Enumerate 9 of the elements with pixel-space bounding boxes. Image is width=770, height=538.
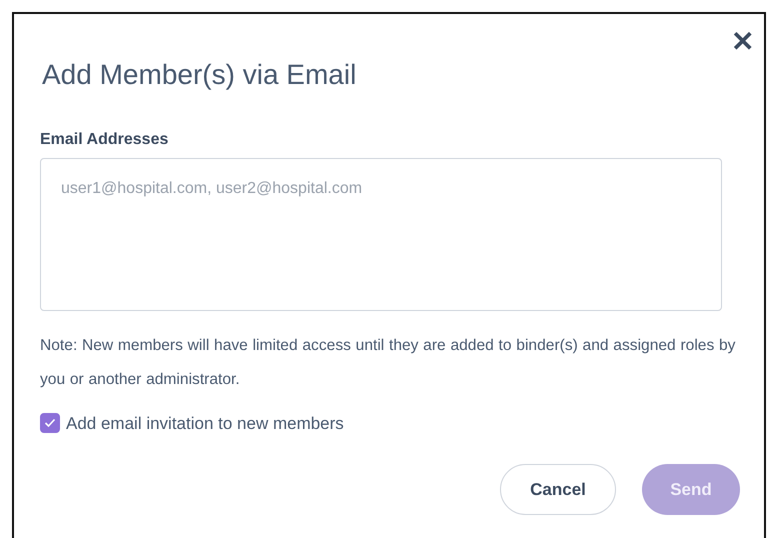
checkbox[interactable] xyxy=(40,413,60,434)
checkmark-icon xyxy=(44,418,56,428)
email-input-field[interactable]: user1@hospital.com, user2@hospital.com xyxy=(40,158,722,311)
close-button[interactable]: ✕ xyxy=(727,28,758,56)
note-text: Note: New members will have limited access until they are added to binder(s) and assigned roles by you or another administrator. xyxy=(40,336,736,390)
dialog-title: Add Member(s) via Email xyxy=(42,58,358,92)
checkbox-label: Add email invitation to new members xyxy=(66,412,344,435)
cancel-button[interactable]: Cancel xyxy=(500,464,616,516)
field-label: Email Addresses xyxy=(40,130,170,150)
